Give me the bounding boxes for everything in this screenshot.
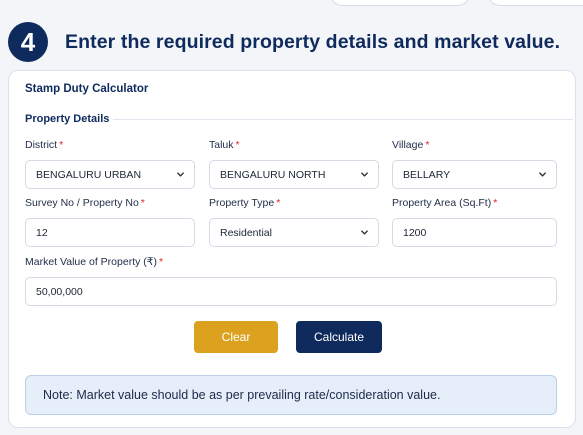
chevron-down-icon — [361, 230, 368, 235]
property-type-value: Residential — [220, 226, 272, 239]
required-mark: * — [276, 197, 281, 209]
district-select[interactable]: BENGALURU URBAN — [25, 160, 195, 189]
village-label: Village * — [392, 139, 430, 151]
district-field: District * BENGALURU URBAN — [25, 139, 195, 189]
taluk-select[interactable]: BENGALURU NORTH — [209, 160, 379, 189]
market-value-value: 50,00,000 — [36, 285, 83, 298]
step-title: Enter the required property details and … — [65, 30, 561, 53]
clear-button[interactable]: Clear — [194, 321, 278, 353]
survey-no-field: Survey No / Property No * 12 — [25, 197, 195, 247]
chevron-down-icon — [361, 172, 368, 177]
property-area-value: 1200 — [403, 226, 427, 239]
chevron-down-icon — [177, 172, 184, 177]
taluk-label: Taluk * — [209, 139, 240, 151]
section-title: Property Details — [25, 113, 110, 125]
required-mark: * — [235, 139, 240, 151]
market-value-note: Note: Market value should be as per prev… — [25, 375, 557, 415]
required-mark: * — [59, 139, 64, 151]
survey-no-label: Survey No / Property No * — [25, 197, 145, 209]
village-value: BELLARY — [403, 168, 451, 181]
property-type-select[interactable]: Residential — [209, 218, 379, 247]
village-field: Village * BELLARY — [392, 139, 557, 189]
property-area-input[interactable]: 1200 — [392, 218, 557, 247]
taluk-field: Taluk * BENGALURU NORTH — [209, 139, 379, 189]
step-number-badge: 4 — [8, 22, 48, 62]
market-value-input[interactable]: 50,00,000 — [25, 277, 557, 306]
survey-no-value: 12 — [36, 226, 48, 239]
stamp-duty-calculator-card: Stamp Duty Calculator Property Details D… — [8, 70, 576, 428]
village-select[interactable]: BELLARY — [392, 160, 557, 189]
property-type-label: Property Type * — [209, 197, 281, 209]
taluk-value: BENGALURU NORTH — [220, 168, 326, 181]
district-value: BENGALURU URBAN — [36, 168, 142, 181]
market-value-field: Market Value of Property (₹) * 50,00,000 — [25, 256, 557, 306]
top-tab-decoration — [488, 0, 583, 6]
district-label: District * — [25, 139, 64, 151]
market-value-label: Market Value of Property (₹) * — [25, 256, 164, 268]
top-tab-decoration — [330, 0, 470, 6]
required-mark: * — [158, 256, 164, 268]
required-mark: * — [493, 197, 498, 209]
calculator-title: Stamp Duty Calculator — [25, 83, 149, 95]
calculate-button[interactable]: Calculate — [296, 321, 382, 353]
property-area-field: Property Area (Sq.Ft) * 1200 — [392, 197, 557, 247]
section-divider — [113, 119, 573, 120]
required-mark: * — [425, 139, 430, 151]
step-header: 4 Enter the required property details an… — [8, 22, 560, 62]
required-mark: * — [140, 197, 145, 209]
chevron-down-icon — [539, 172, 546, 177]
survey-no-input[interactable]: 12 — [25, 218, 195, 247]
property-area-label: Property Area (Sq.Ft) * — [392, 197, 498, 209]
property-type-field: Property Type * Residential — [209, 197, 379, 247]
